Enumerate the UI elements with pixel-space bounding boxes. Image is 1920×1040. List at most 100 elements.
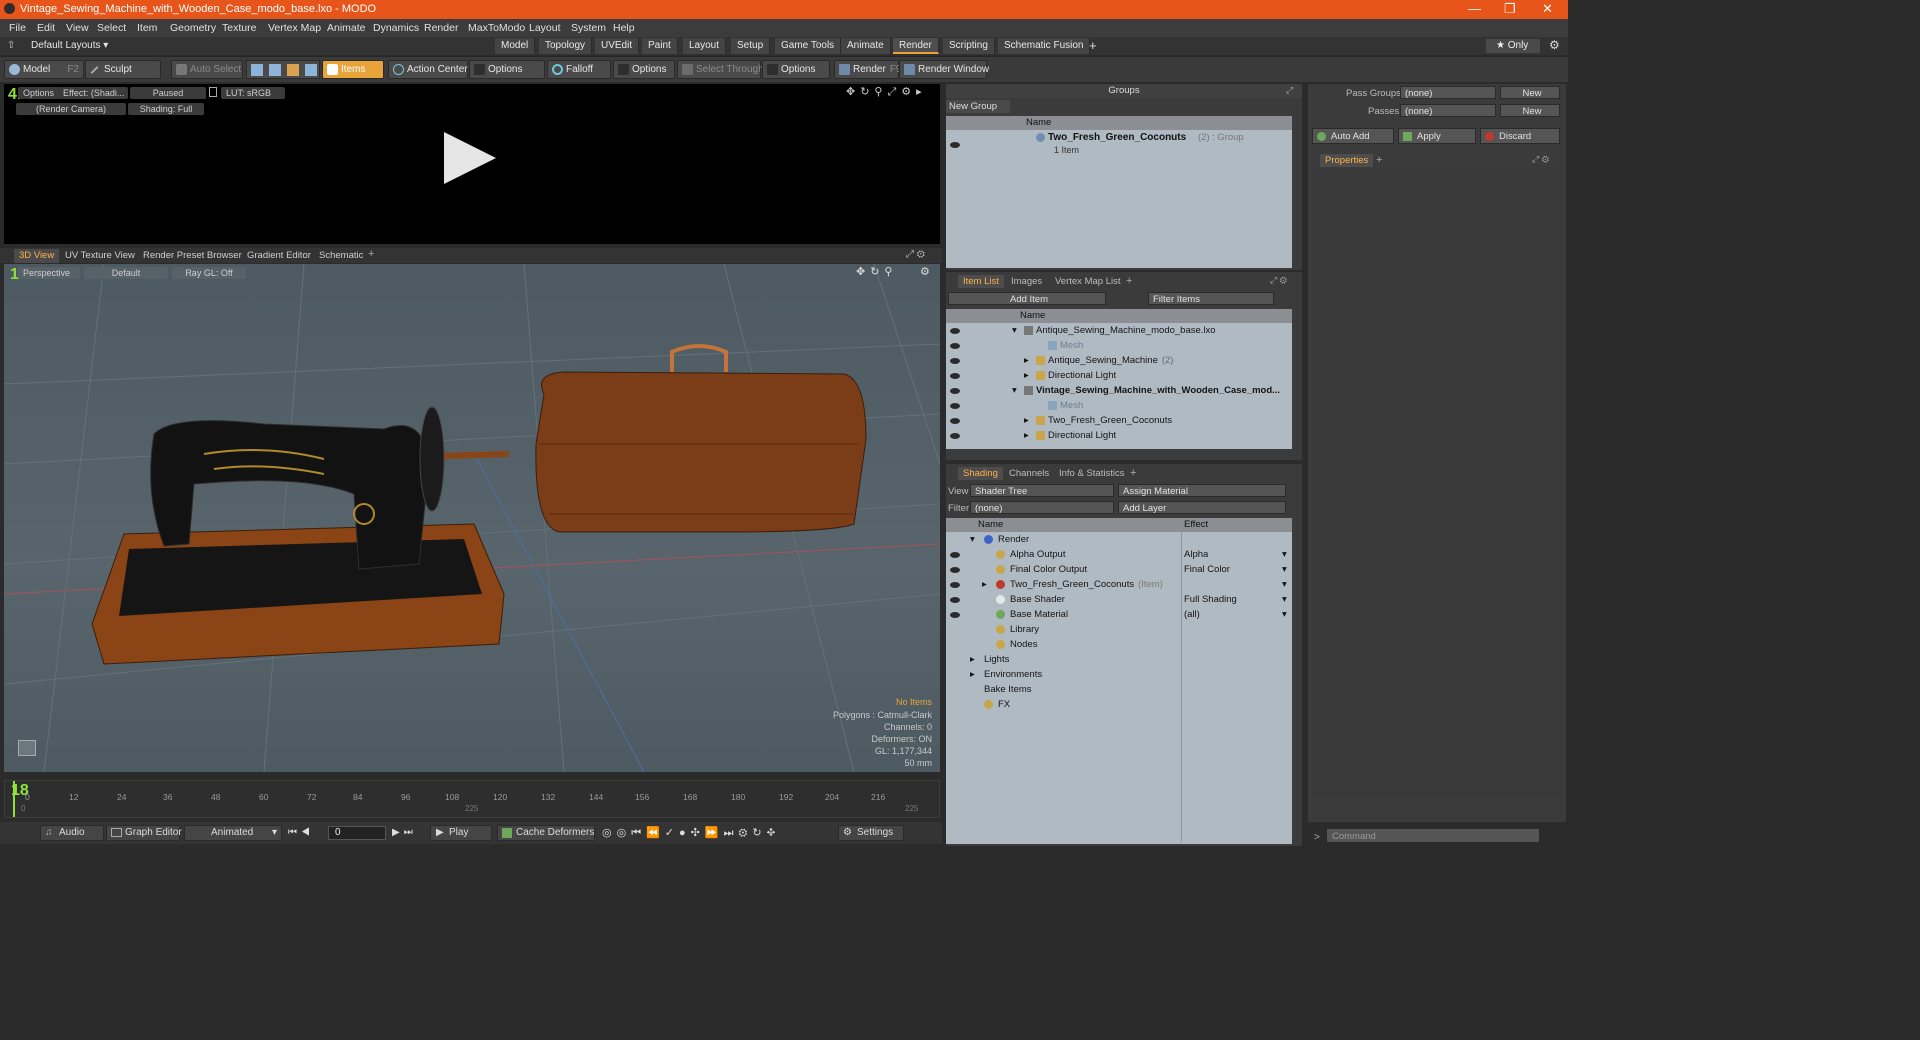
gear-icon[interactable]: ⚙ xyxy=(1549,38,1560,52)
list-item[interactable]: ▸ Directional Light xyxy=(946,368,1292,383)
menu-geometry[interactable]: Geometry xyxy=(170,22,216,34)
command-input[interactable]: Command xyxy=(1326,828,1540,843)
tab-topology[interactable]: Topology xyxy=(539,38,593,54)
menu-maxtomodo[interactable]: MaxToModo xyxy=(468,22,525,34)
only-toggle[interactable]: ★ Only xyxy=(1486,39,1540,53)
animated-dropdown[interactable]: Animated ▾ xyxy=(184,825,282,841)
chevron-right-icon[interactable]: ▸ xyxy=(982,577,987,592)
shader-row[interactable]: Library xyxy=(946,622,1292,637)
tab-render-preset-browser[interactable]: Render Preset Browser xyxy=(138,249,247,263)
add-tab-icon[interactable]: + xyxy=(1089,38,1097,53)
render-button[interactable]: Render F9 xyxy=(834,60,901,79)
tab-item-list[interactable]: Item List xyxy=(958,275,1004,288)
falloff-button[interactable]: Falloff xyxy=(547,60,611,79)
shader-row[interactable]: ▸ Lights xyxy=(946,652,1292,667)
step-forward-icons[interactable]: ▶⏭ xyxy=(392,827,417,838)
chevron-right-icon[interactable]: ▸ xyxy=(1024,353,1029,368)
tab-setup[interactable]: Setup xyxy=(731,38,771,54)
action-center-button[interactable]: Action Center xyxy=(388,60,468,79)
eye-icon[interactable] xyxy=(950,567,960,573)
effect-dropdown[interactable]: Final Color xyxy=(1184,562,1230,577)
default-layouts-dropdown[interactable]: Default Layouts ▾ xyxy=(31,40,108,51)
items-mode-button[interactable]: Items xyxy=(322,60,384,79)
falloff-options-button[interactable]: Options xyxy=(613,60,675,79)
eye-icon[interactable] xyxy=(950,328,960,334)
tab-shading[interactable]: Shading xyxy=(958,467,1003,480)
add-viewport-tab-icon[interactable]: + xyxy=(368,248,374,260)
list-item[interactable]: ▸ Antique_Sewing_Machine (2) xyxy=(946,353,1292,368)
list-item[interactable]: Mesh xyxy=(946,398,1292,413)
tab-paint[interactable]: Paint xyxy=(642,38,678,54)
menu-dynamics[interactable]: Dynamics xyxy=(373,22,419,34)
eye-icon[interactable] xyxy=(950,343,960,349)
chevron-right-icon[interactable]: ▸ xyxy=(1024,368,1029,383)
group-name[interactable]: Two_Fresh_Green_Coconuts xyxy=(1048,132,1186,143)
tab-3d-view[interactable]: 3D View xyxy=(14,249,60,263)
tab-vertex-map-list[interactable]: Vertex Map List xyxy=(1050,275,1125,288)
graph-editor-button[interactable]: Graph Editor xyxy=(106,825,182,841)
viewport-maximize-icon[interactable]: ⤢ ⚙ xyxy=(906,249,925,260)
auto-select-button[interactable]: Auto Select xyxy=(171,60,243,79)
default-style-dropdown[interactable]: Default xyxy=(84,267,168,279)
chevron-down-icon[interactable]: ▾ xyxy=(1282,607,1287,622)
preview-options-button[interactable]: Options xyxy=(18,87,60,99)
chevron-down-icon[interactable]: ▾ xyxy=(1012,323,1017,338)
tab-animate[interactable]: Animate xyxy=(841,38,891,54)
list-item[interactable]: ▸ Two_Fresh_Green_Coconuts xyxy=(946,413,1292,428)
shader-row[interactable]: ▸ Two_Fresh_Green_Coconuts (Item) ▾ xyxy=(946,577,1292,592)
properties-expand-icon[interactable]: ⤢ ⚙ xyxy=(1532,154,1549,165)
filter-items-input[interactable]: Filter Items xyxy=(1148,292,1274,305)
menu-render[interactable]: Render xyxy=(424,22,458,34)
effect-dropdown[interactable]: Full Shading xyxy=(1184,592,1237,607)
sculpt-mode-button[interactable]: Sculpt xyxy=(85,60,161,79)
play-icon[interactable] xyxy=(444,132,496,184)
eye-icon[interactable] xyxy=(950,612,960,618)
tab-images[interactable]: Images xyxy=(1006,275,1047,288)
new-group-button[interactable]: New Group xyxy=(946,100,1010,113)
preview-effect-dropdown[interactable]: Effect: (Shadi... xyxy=(58,87,128,99)
menu-file[interactable]: File xyxy=(9,22,26,34)
render-preview[interactable]: 41 Options Effect: (Shadi... Paused LUT:… xyxy=(4,84,940,244)
select-through-options-button[interactable]: Options xyxy=(762,60,830,79)
add-item-dropdown[interactable]: Add Item xyxy=(948,292,1106,305)
raygl-dropdown[interactable]: Ray GL: Off xyxy=(172,267,246,279)
chevron-right-icon[interactable]: ▸ xyxy=(1024,413,1029,428)
pass-groups-dropdown[interactable]: (none) xyxy=(1400,86,1496,99)
preview-lut-dropdown[interactable]: LUT: sRGB xyxy=(221,87,285,99)
restore-button[interactable]: ❐ xyxy=(1504,1,1516,17)
preview-camera-dropdown[interactable]: (Render Camera) xyxy=(16,103,126,115)
eye-icon[interactable] xyxy=(950,358,960,364)
eye-icon[interactable] xyxy=(950,597,960,603)
list-item[interactable]: ▾ Vintage_Sewing_Machine_with_Wooden_Case… xyxy=(946,383,1292,398)
add-list-tab-icon[interactable]: + xyxy=(1126,275,1132,287)
menu-layout[interactable]: Layout xyxy=(529,22,561,34)
shader-row[interactable]: ▾ Render xyxy=(946,532,1292,547)
tab-schematic-fusion[interactable]: Schematic Fusion xyxy=(998,38,1091,54)
filter-dropdown[interactable]: (none) xyxy=(970,501,1114,514)
pass-groups-new-button[interactable]: New xyxy=(1500,86,1560,99)
groups-list[interactable]: Name Two_Fresh_Green_Coconuts (2) : Grou… xyxy=(946,116,1292,268)
action-center-options-button[interactable]: Options xyxy=(469,60,545,79)
preview-nav-icons[interactable]: ✥↻⚲⤢⚙▸ xyxy=(846,85,927,99)
menu-view[interactable]: View xyxy=(66,22,89,34)
tab-channels[interactable]: Channels xyxy=(1004,467,1054,480)
add-layer-dropdown[interactable]: Add Layer xyxy=(1118,501,1286,514)
list-item[interactable]: Mesh xyxy=(946,338,1292,353)
chevron-down-icon[interactable]: ▾ xyxy=(1282,577,1287,592)
eye-icon[interactable] xyxy=(950,433,960,439)
tab-layout[interactable]: Layout xyxy=(683,38,727,54)
assign-material-button[interactable]: Assign Material xyxy=(1118,484,1286,497)
tab-scripting[interactable]: Scripting xyxy=(943,38,995,54)
item-tree[interactable]: Name ▾ Antique_Sewing_Machine_modo_base.l… xyxy=(946,309,1292,449)
discard-button[interactable]: Discard xyxy=(1480,128,1560,144)
tab-game-tools[interactable]: Game Tools xyxy=(775,38,842,54)
list-item[interactable]: ▸ Directional Light xyxy=(946,428,1292,443)
eye-icon[interactable] xyxy=(950,388,960,394)
render-window-button[interactable]: Render Window xyxy=(899,60,989,79)
cache-deformers-button[interactable]: Cache Deformers xyxy=(497,825,595,841)
perspective-dropdown[interactable]: Perspective xyxy=(18,267,80,279)
preview-paused-toggle[interactable]: Paused xyxy=(130,87,206,99)
tab-info-statistics[interactable]: Info & Statistics xyxy=(1054,467,1129,480)
shader-row[interactable]: Base Material (all) ▾ xyxy=(946,607,1292,622)
shader-row[interactable]: FX xyxy=(946,697,1292,712)
